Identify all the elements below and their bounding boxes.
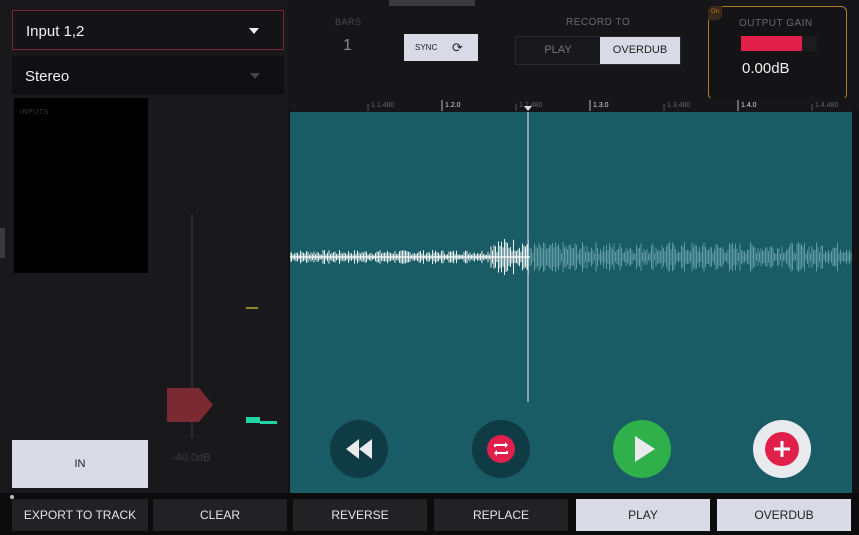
- channel-mode-value: Stereo: [25, 68, 70, 85]
- inputs-monitor: INPUTS: [14, 98, 148, 273]
- output-gain-panel[interactable]: On OUTPUT GAIN 0.00dB: [708, 6, 847, 100]
- output-gain-label: OUTPUT GAIN: [739, 18, 813, 29]
- sync-label: SYNC: [415, 43, 438, 52]
- ruler-label: 1.1.480: [371, 102, 394, 109]
- ruler-label: 1.3.480: [667, 102, 690, 109]
- threshold-fader-handle[interactable]: [167, 388, 213, 422]
- ruler-label: 1.2.480: [519, 102, 542, 109]
- edge-handle[interactable]: [0, 228, 5, 258]
- replace-button[interactable]: REPLACE: [434, 499, 568, 531]
- add-button[interactable]: [753, 420, 811, 478]
- output-gain-bar-fill: [741, 36, 802, 51]
- export-to-track-button[interactable]: EXPORT TO TRACK: [12, 499, 148, 531]
- output-gain-value: 0.00dB: [742, 60, 790, 77]
- play-button[interactable]: [613, 420, 671, 478]
- record-to-selector: PLAY OVERDUB: [515, 36, 681, 65]
- level-meter-left: [246, 417, 260, 423]
- channel-mode-select[interactable]: Stereo: [12, 56, 284, 94]
- threshold-value: -40.0dB: [172, 452, 211, 464]
- overdub-mode-button[interactable]: OVERDUB: [717, 499, 851, 531]
- loop-icon: [494, 442, 508, 456]
- top-drag-handle[interactable]: [389, 0, 475, 6]
- bars-label: BARS: [335, 17, 362, 27]
- clear-button[interactable]: CLEAR: [153, 499, 287, 531]
- level-meter-right: [260, 421, 277, 424]
- record-to-play[interactable]: PLAY: [516, 37, 600, 64]
- record-to-overdub[interactable]: OVERDUB: [600, 37, 680, 64]
- chevron-down-icon: [249, 28, 259, 34]
- threshold-marker: [246, 307, 258, 309]
- ruler-label: 1.4.0: [741, 102, 757, 109]
- gain-edit-badge: On: [708, 6, 722, 20]
- ruler-marks: 1.1.480 1.2.0 1.2.480 1.3.0 1.3.480 1.4.0 1.4.…: [367, 100, 838, 111]
- plus-icon: [774, 441, 790, 457]
- ruler-label: 1.4.480: [815, 102, 838, 109]
- output-gain-bar[interactable]: [741, 36, 817, 51]
- sync-icon: ⟳: [452, 40, 463, 55]
- input-select-value: Input 1,2: [26, 23, 85, 40]
- play-icon: [635, 436, 655, 462]
- ruler-label: 1.3.0: [593, 102, 609, 109]
- rewind-button[interactable]: [330, 420, 388, 478]
- rewind-icon: [346, 439, 372, 459]
- sync-button[interactable]: SYNC ⟳: [404, 34, 478, 61]
- ruler-label: 1.2.0: [445, 102, 461, 109]
- chevron-down-icon: [250, 73, 260, 79]
- play-mode-button[interactable]: PLAY: [576, 499, 710, 531]
- inputs-label: INPUTS: [20, 109, 49, 116]
- input-select[interactable]: Input 1,2: [12, 10, 284, 50]
- input-monitor-button[interactable]: IN: [12, 440, 148, 488]
- timeline-ruler[interactable]: 1.1.480 1.2.0 1.2.480 1.3.0 1.3.480 1.4.0 1.4.…: [290, 98, 852, 112]
- reverse-button[interactable]: REVERSE: [293, 499, 427, 531]
- bars-value[interactable]: 1: [343, 37, 352, 55]
- record-to-label: RECORD TO: [566, 17, 631, 28]
- loop-button[interactable]: [472, 420, 530, 478]
- waveform-unplayed: [528, 239, 852, 275]
